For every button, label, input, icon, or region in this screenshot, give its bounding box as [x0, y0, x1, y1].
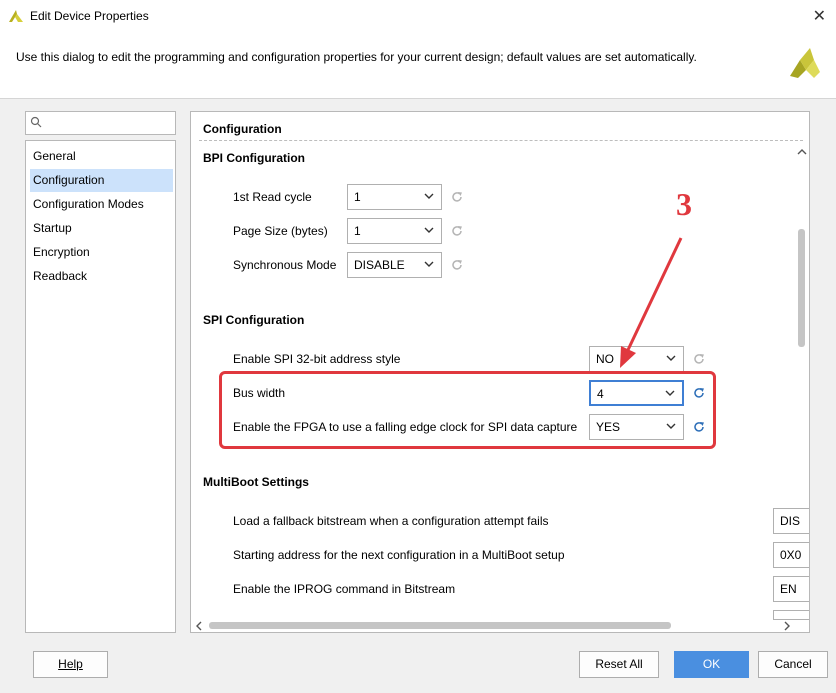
chevron-down-icon	[424, 227, 434, 233]
reset-icon[interactable]	[450, 190, 464, 204]
scroll-left-icon[interactable]	[195, 621, 203, 631]
chevron-down-icon	[666, 355, 676, 361]
nav-item-general[interactable]: General	[30, 145, 173, 168]
category-nav: General Configuration Configuration Mode…	[25, 140, 176, 633]
nav-item-label: Configuration Modes	[33, 197, 144, 211]
nav-item-configuration[interactable]: Configuration	[30, 169, 173, 192]
title-bar: Edit Device Properties ✕	[0, 0, 836, 32]
nav-item-label: General	[33, 149, 76, 163]
vivado-logo-icon	[9, 10, 23, 22]
bpi-sync-mode-select[interactable]: DISABLE	[347, 252, 442, 278]
section-title-bpi: BPI Configuration	[203, 151, 305, 165]
spi-32bit-select[interactable]: NO	[589, 346, 684, 372]
window-title: Edit Device Properties	[30, 9, 149, 23]
select-value: NO	[596, 352, 614, 366]
chevron-down-icon	[424, 193, 434, 199]
bpi-sync-mode-label: Synchronous Mode	[233, 258, 337, 272]
bpi-page-size-select[interactable]: 1	[347, 218, 442, 244]
nav-item-startup[interactable]: Startup	[30, 217, 173, 240]
bpi-read-cycle-select[interactable]: 1	[347, 184, 442, 210]
close-icon[interactable]: ✕	[813, 6, 826, 26]
cancel-button-label: Cancel	[774, 657, 812, 671]
select-value: DISABLE	[354, 258, 405, 272]
scroll-thumb[interactable]	[209, 622, 671, 629]
nav-item-label: Readback	[33, 269, 88, 283]
ok-button-label: OK	[702, 657, 721, 671]
nav-item-configuration-modes[interactable]: Configuration Modes	[30, 193, 173, 216]
select-value: 1	[354, 190, 361, 204]
help-button-label: Help	[58, 657, 83, 671]
nav-item-label: Configuration	[33, 173, 105, 187]
scroll-up-icon[interactable]	[797, 148, 807, 156]
search-icon	[30, 116, 42, 131]
vertical-scrollbar[interactable]	[796, 142, 808, 618]
highlight-box	[219, 371, 716, 449]
bpi-page-size-label: Page Size (bytes)	[233, 224, 328, 238]
cancel-button[interactable]: Cancel	[758, 651, 828, 678]
bpi-read-cycle-label: 1st Read cycle	[233, 190, 312, 204]
horizontal-scrollbar[interactable]	[191, 618, 796, 632]
nav-item-readback[interactable]: Readback	[30, 265, 173, 288]
nav-item-label: Encryption	[33, 245, 90, 259]
chevron-down-icon	[424, 261, 434, 267]
description-area: Use this dialog to edit the programming …	[0, 32, 836, 99]
reset-all-button-label: Reset All	[595, 657, 643, 671]
select-value: 1	[354, 224, 361, 238]
reset-icon[interactable]	[450, 224, 464, 238]
scroll-thumb[interactable]	[798, 229, 805, 347]
spi-32bit-label: Enable SPI 32-bit address style	[233, 352, 401, 366]
ok-button[interactable]: OK	[674, 651, 749, 678]
multiboot-start-address-label: Starting address for the next configurat…	[233, 548, 565, 562]
description-text: Use this dialog to edit the programming …	[16, 50, 697, 64]
reset-icon[interactable]	[450, 258, 464, 272]
reset-all-button[interactable]: Reset All	[579, 651, 659, 678]
annotation-number: 3	[676, 186, 692, 222]
panel-header: Configuration	[203, 122, 282, 136]
help-button[interactable]: Help	[33, 651, 108, 678]
vivado-logo-icon	[790, 48, 820, 78]
nav-item-encryption[interactable]: Encryption	[30, 241, 173, 264]
search-input[interactable]	[25, 111, 176, 135]
nav-item-label: Startup	[33, 221, 72, 235]
multiboot-iprog-label: Enable the IPROG command in Bitstream	[233, 582, 456, 596]
reset-icon[interactable]	[692, 352, 706, 366]
select-value: EN	[780, 582, 797, 596]
scroll-right-icon[interactable]	[783, 621, 791, 631]
multiboot-fallback-label: Load a fallback bitstream when a configu…	[233, 514, 549, 528]
divider	[199, 140, 803, 141]
section-title-multiboot: MultiBoot Settings	[203, 475, 309, 489]
section-title-spi: SPI Configuration	[203, 313, 305, 327]
